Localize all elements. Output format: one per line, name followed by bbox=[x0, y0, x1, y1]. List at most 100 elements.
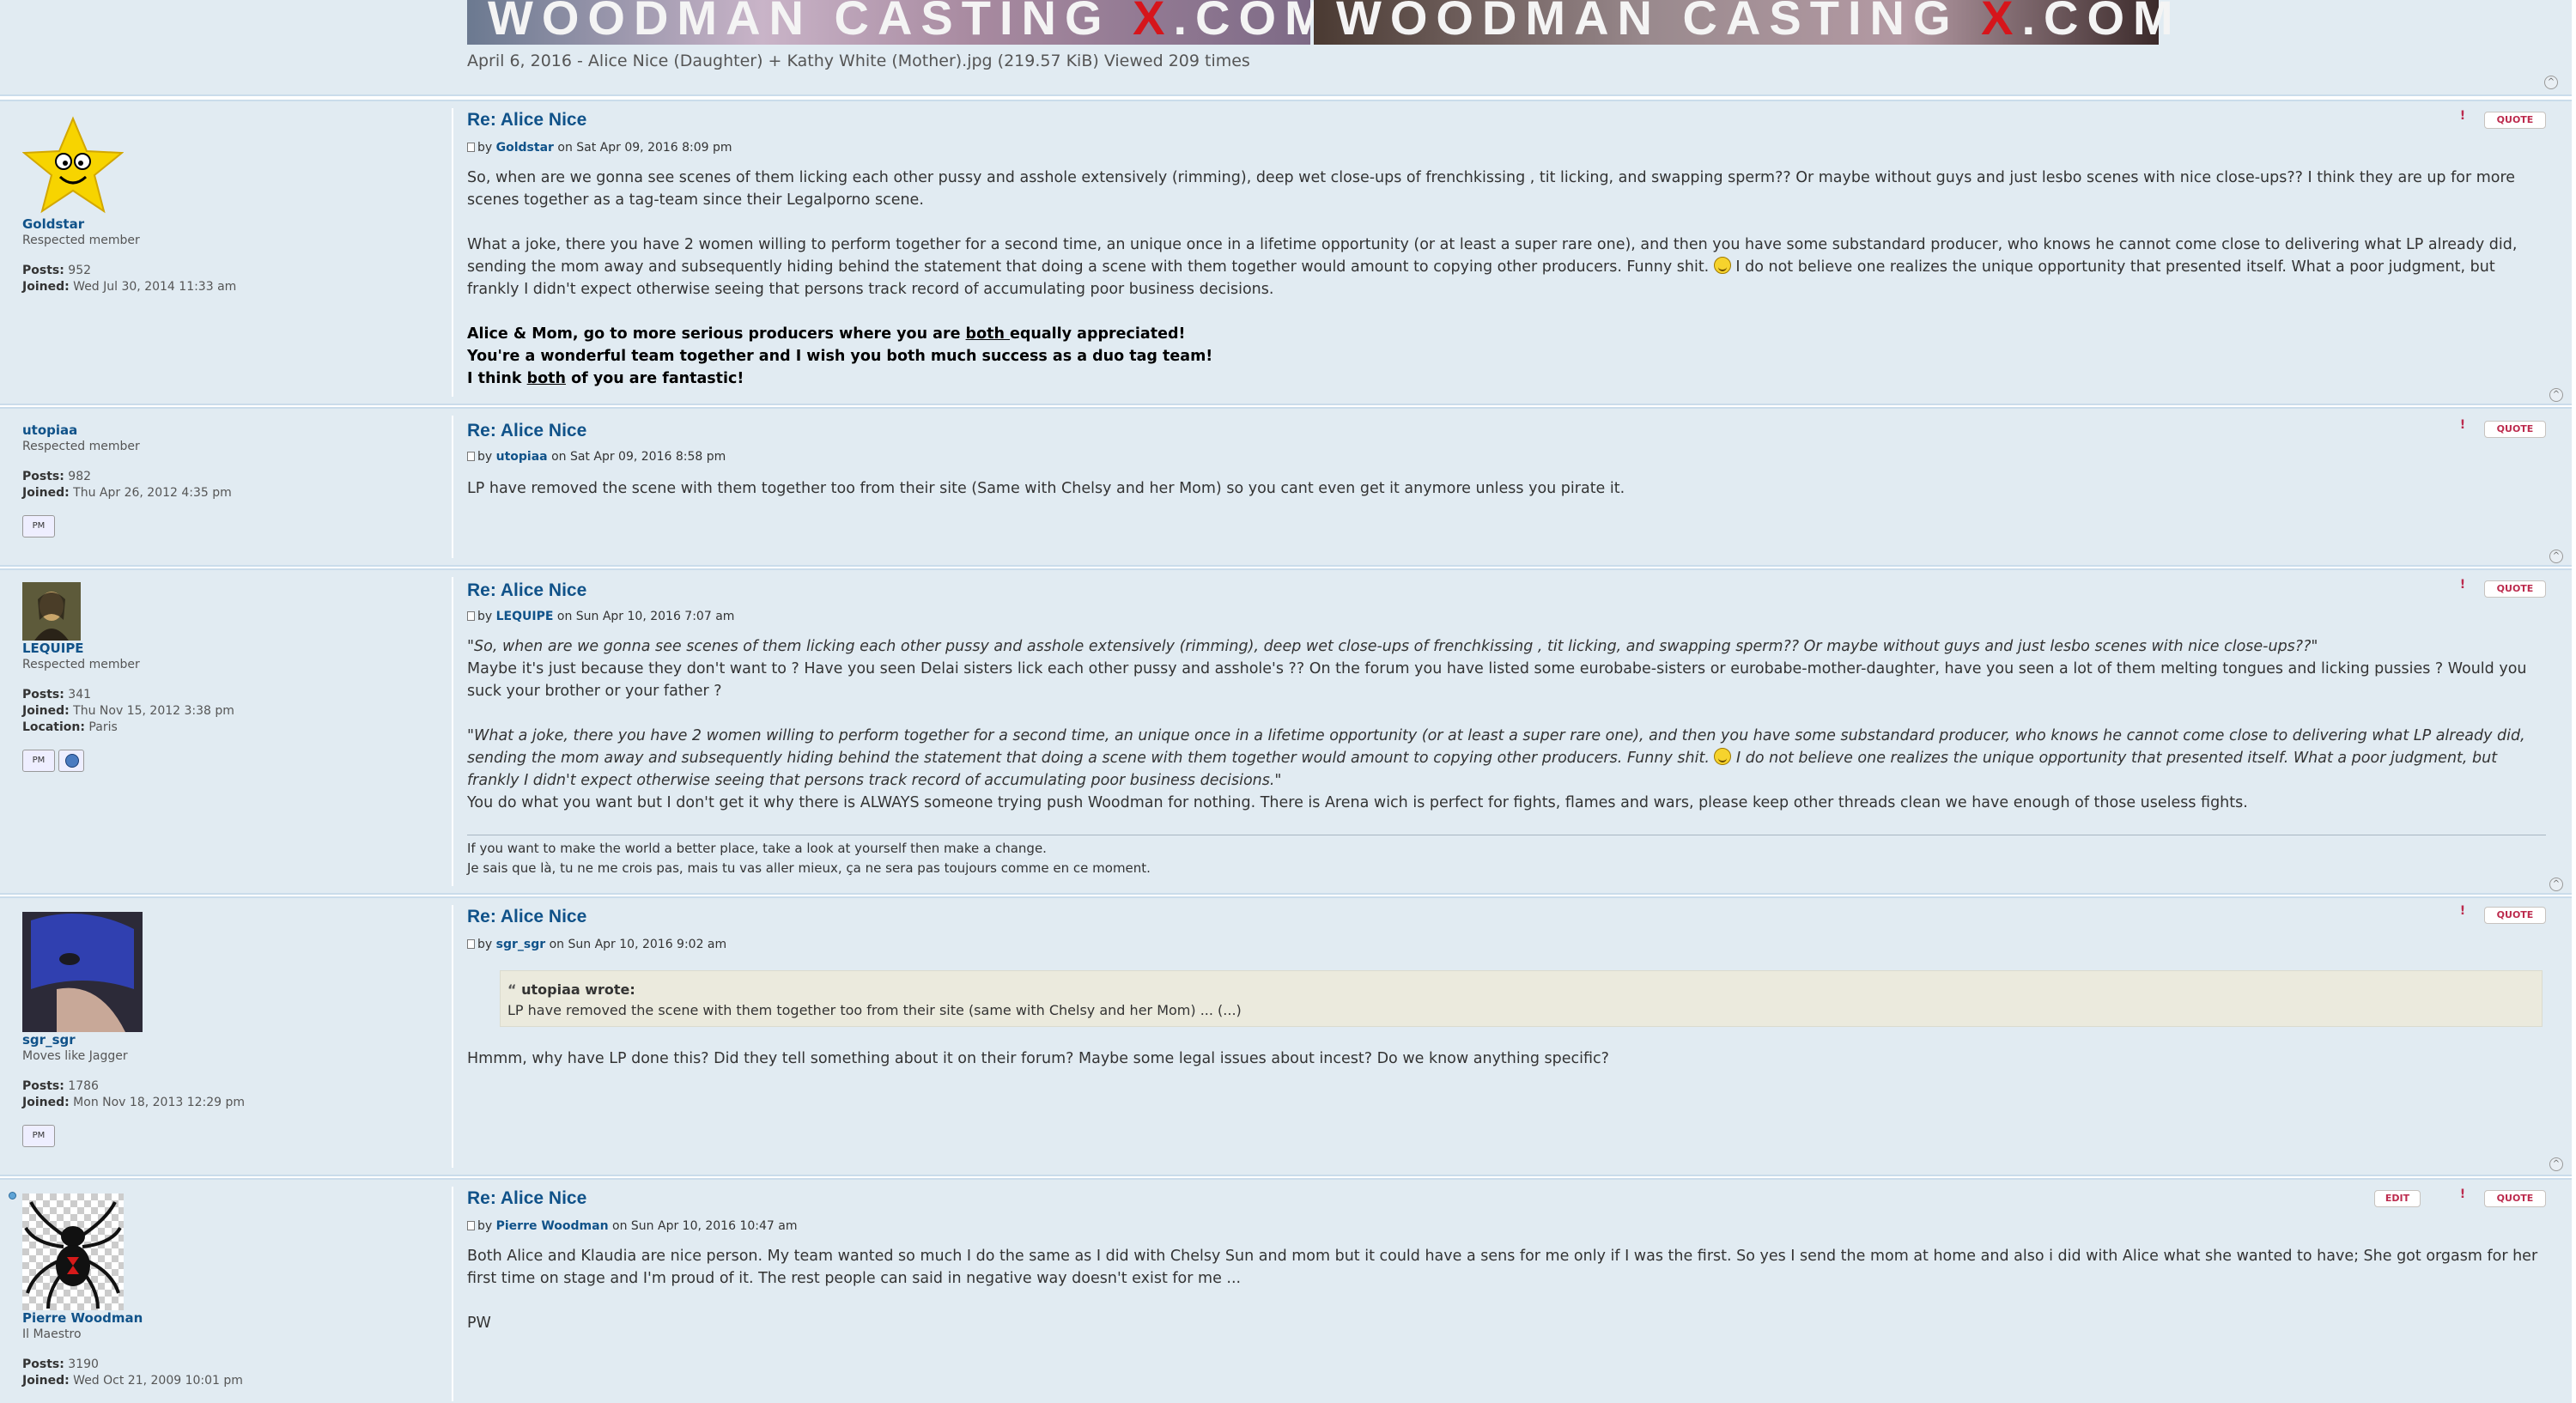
edit-button[interactable]: EDIT bbox=[2374, 1190, 2421, 1207]
back-to-top-button[interactable]: ^ bbox=[2549, 1157, 2563, 1171]
post-author-line: by Goldstar on Sat Apr 09, 2016 8:09 pm bbox=[467, 141, 732, 155]
post-bold-line: I think both of you are fantastic! bbox=[467, 370, 744, 387]
post-title[interactable]: Re: Alice Nice bbox=[467, 110, 586, 131]
post-author-line: by LEQUIPE on Sun Apr 10, 2016 7:07 am bbox=[467, 610, 734, 623]
quote-cite: “ utopiaa wrote: bbox=[507, 981, 635, 998]
post-pierre-woodman: Pierre Woodman Il Maestro Posts: 3190 Jo… bbox=[0, 1178, 2572, 1403]
post-content: "So, when are we gonna see scenes of the… bbox=[467, 635, 2546, 814]
back-to-top-button[interactable]: ^ bbox=[2549, 388, 2563, 402]
website-globe-icon[interactable] bbox=[58, 750, 84, 772]
post-author-line: by utopiaa on Sat Apr 09, 2016 8:58 pm bbox=[467, 450, 726, 464]
post-paragraph: Maybe it's just because they don't want … bbox=[467, 660, 2527, 700]
post-title[interactable]: Re: Alice Nice bbox=[467, 907, 586, 927]
post-content: Both Alice and Klaudia are nice person. … bbox=[467, 1245, 2546, 1357]
profile-posts: Posts: 3190 bbox=[22, 1357, 99, 1371]
report-button[interactable]: ! bbox=[2451, 903, 2474, 920]
quote-button[interactable]: QUOTE bbox=[2484, 112, 2546, 129]
report-button[interactable]: ! bbox=[2451, 1187, 2474, 1204]
post-bold-line: Alice & Mom, go to more serious producer… bbox=[467, 325, 1186, 343]
profile-username[interactable]: sgr_sgr bbox=[22, 1032, 443, 1048]
post-author-line: by sgr_sgr on Sun Apr 10, 2016 9:02 am bbox=[467, 938, 726, 951]
banner-right-com: .COM bbox=[2021, 0, 2182, 45]
signature: If you want to make the world a better p… bbox=[467, 835, 2546, 878]
post-author-link[interactable]: sgr_sgr bbox=[496, 938, 546, 951]
post-icon bbox=[467, 143, 475, 152]
post-signature-pw: PW bbox=[467, 1315, 491, 1332]
back-to-top-button[interactable]: ^ bbox=[2544, 76, 2558, 89]
report-button[interactable]: ! bbox=[2451, 577, 2474, 594]
profile-rank: Il Maestro bbox=[22, 1327, 82, 1341]
post-content: So, when are we gonna see scenes of them… bbox=[467, 167, 2546, 390]
post-author-link[interactable]: Pierre Woodman bbox=[496, 1219, 609, 1233]
post-author-link[interactable]: utopiaa bbox=[496, 450, 548, 464]
quote-button[interactable]: QUOTE bbox=[2484, 1190, 2546, 1207]
profile-username[interactable]: Pierre Woodman bbox=[22, 1310, 443, 1327]
post-divider bbox=[452, 577, 453, 886]
back-to-top-button[interactable]: ^ bbox=[2549, 878, 2563, 891]
profile-username[interactable]: utopiaa bbox=[22, 422, 443, 439]
banner-right-x: X bbox=[1981, 0, 2022, 45]
post-title[interactable]: Re: Alice Nice bbox=[467, 1188, 586, 1209]
spider-avatar-icon bbox=[22, 1193, 124, 1310]
post-bold-line: You're a wonderful team together and I w… bbox=[467, 348, 1213, 365]
report-button[interactable]: ! bbox=[2451, 417, 2474, 434]
profile-location: Location: Paris bbox=[22, 720, 118, 734]
post-divider bbox=[452, 416, 453, 558]
post-content: Hmmm, why have LP done this? Did they te… bbox=[467, 1048, 2546, 1092]
quote-text: LP have removed the scene with them toge… bbox=[507, 1002, 1242, 1018]
post-paragraph: LP have removed the scene with them toge… bbox=[467, 480, 1625, 497]
post-paragraph: So, when are we gonna see scenes of them… bbox=[467, 169, 2516, 209]
private-message-button[interactable]: PM bbox=[22, 515, 55, 538]
profile-joined: Joined: Mon Nov 18, 2013 12:29 pm bbox=[22, 1096, 246, 1109]
post-paragraph: You do what you want but I don't get it … bbox=[467, 794, 2248, 811]
attachment-image-right: WOODMAN CASTING X.COM bbox=[1314, 0, 2173, 45]
profile-rank: Respected member bbox=[22, 234, 140, 247]
post-content: LP have removed the scene with them toge… bbox=[467, 477, 2546, 522]
post-author-link[interactable]: LEQUIPE bbox=[496, 610, 554, 623]
post-utopiaa: utopiaa Respected member Posts: 982 Join… bbox=[0, 407, 2572, 567]
quote-button[interactable]: QUOTE bbox=[2484, 580, 2546, 598]
post-divider bbox=[452, 905, 453, 1168]
post-lequipe: LEQUIPE Respected member Posts: 341 Join… bbox=[0, 568, 2572, 895]
post-body: Re: Alice Nice by Goldstar on Sat Apr 09… bbox=[467, 101, 2563, 404]
profile-posts: Posts: 341 bbox=[22, 688, 92, 702]
quote-button[interactable]: QUOTE bbox=[2484, 421, 2546, 438]
post-paragraph: What a joke, there you have 2 women will… bbox=[467, 236, 2518, 298]
signature-line: Je sais que là, tu ne me crois pas, mais… bbox=[467, 860, 1151, 876]
post-author-link[interactable]: Goldstar bbox=[496, 141, 554, 155]
report-button[interactable]: ! bbox=[2451, 108, 2474, 125]
profile-username[interactable]: Goldstar bbox=[22, 216, 443, 233]
profile-rank: Moves like Jagger bbox=[22, 1049, 128, 1063]
quote-button[interactable]: QUOTE bbox=[2484, 907, 2546, 924]
profile-posts: Posts: 982 bbox=[22, 470, 92, 483]
profile-joined: Joined: Wed Jul 30, 2014 11:33 am bbox=[22, 280, 237, 294]
post-title[interactable]: Re: Alice Nice bbox=[467, 421, 586, 441]
profile-rank: Respected member bbox=[22, 440, 140, 453]
attachment-image[interactable]: WOODMAN CASTING X.COM WOODMAN CASTING X.… bbox=[467, 0, 2184, 45]
private-message-button[interactable]: PM bbox=[22, 1125, 55, 1147]
star-avatar-icon bbox=[22, 116, 124, 214]
post-body: Re: Alice Nice by LEQUIPE on Sun Apr 10,… bbox=[467, 570, 2563, 893]
post-divider bbox=[452, 108, 453, 397]
back-to-top-button[interactable]: ^ bbox=[2549, 550, 2563, 563]
attachment-caption: April 6, 2016 - Alice Nice (Daughter) + … bbox=[467, 52, 1250, 70]
post-title[interactable]: Re: Alice Nice bbox=[467, 580, 586, 601]
quote-marks-icon: “ bbox=[507, 981, 517, 998]
profile-username[interactable]: LEQUIPE bbox=[22, 641, 443, 657]
quoted-text: "What a joke, there you have 2 women wil… bbox=[467, 727, 2525, 789]
profile-joined: Joined: Wed Oct 21, 2009 10:01 pm bbox=[22, 1374, 243, 1388]
laughing-smiley-icon bbox=[1713, 257, 1731, 274]
post-paragraph: Both Alice and Klaudia are nice person. … bbox=[467, 1248, 2538, 1287]
masked-face-avatar-icon bbox=[22, 912, 143, 1032]
banner-right-text: WOODMAN CASTING bbox=[1336, 0, 1959, 45]
post-paragraph: Hmmm, why have LP done this? Did they te… bbox=[467, 1050, 1609, 1067]
mona-lisa-avatar-icon bbox=[22, 582, 81, 641]
private-message-button[interactable]: PM bbox=[22, 750, 55, 772]
profile-joined: Joined: Thu Apr 26, 2012 4:35 pm bbox=[22, 486, 232, 500]
post-icon bbox=[467, 1221, 475, 1230]
post-body: Re: Alice Nice by utopiaa on Sat Apr 09,… bbox=[467, 409, 2563, 565]
post-profile: utopiaa Respected member Posts: 982 Join… bbox=[22, 422, 443, 538]
laughing-smiley-icon bbox=[1714, 748, 1732, 765]
attachment-image-left: WOODMAN CASTING X.COM bbox=[467, 0, 1325, 45]
online-status-icon bbox=[9, 1192, 16, 1200]
